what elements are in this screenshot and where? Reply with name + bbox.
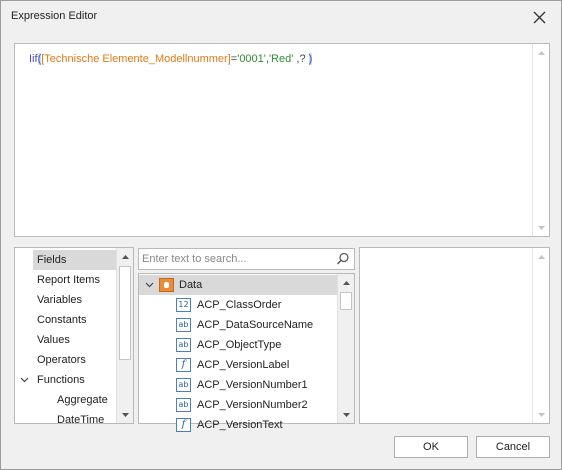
chevron-down-icon[interactable] (144, 275, 154, 295)
data-source-icon (159, 278, 174, 292)
category-list: Fields Report Items Variables Constants Valu… (14, 247, 134, 426)
calculated-field-icon: f (176, 418, 191, 432)
category-item[interactable]: Functions (33, 370, 117, 390)
scrollbar-thumb[interactable] (119, 266, 131, 360)
field-item-label: ACP_ObjectType (197, 339, 282, 351)
description-panel (359, 247, 550, 424)
scrollbar-thumb[interactable] (340, 292, 352, 310)
expression-editor-window: Expression Editor Iif([Technische Elemen… (0, 0, 562, 470)
ok-button[interactable]: OK (394, 436, 468, 458)
field-scrollbar[interactable] (337, 274, 354, 423)
field-item-label: ACP_VersionNumber1 (197, 379, 308, 391)
scroll-up-arrow-icon[interactable] (533, 44, 549, 60)
string-type-icon: ab (176, 378, 191, 392)
field-item-label: ACP_VersionNumber2 (197, 399, 308, 411)
calculated-field-icon: f (176, 358, 191, 372)
field-item-label: ACP_ClassOrder (197, 299, 282, 311)
category-item[interactable]: Values (33, 330, 117, 350)
expression-token: '0001' (237, 53, 266, 65)
expression-token: [Technische Elemente_Modellnummer] (41, 53, 231, 65)
tree-root-label: Data (179, 279, 203, 291)
search-input[interactable] (142, 251, 332, 267)
search-icon[interactable] (336, 252, 350, 266)
field-item[interactable]: ab ACP_ObjectType (139, 335, 338, 355)
scroll-up-arrow-icon[interactable] (338, 274, 354, 290)
field-item-label: ACP_DataSourceName (197, 319, 314, 331)
close-icon (533, 11, 545, 23)
field-item[interactable]: ab ACP_VersionNumber2 (139, 395, 338, 415)
category-item[interactable]: Fields (33, 250, 117, 270)
field-item[interactable]: ab ACP_VersionNumber1 (139, 375, 338, 395)
category-scrollbar[interactable] (116, 248, 133, 423)
string-type-icon: ab (176, 338, 191, 352)
scroll-down-arrow-icon[interactable] (533, 220, 549, 236)
field-tree: Data 12 ACP_ClassOrderab ACP_DataSourceNam… (138, 273, 355, 432)
category-item[interactable]: Operators (33, 350, 117, 370)
scroll-down-arrow-icon[interactable] (117, 407, 133, 423)
category-item[interactable]: Report Items (33, 270, 117, 290)
category-item[interactable]: DateTime (53, 410, 117, 430)
cancel-button[interactable]: Cancel (476, 436, 550, 458)
description-scrollbar[interactable] (532, 248, 549, 423)
expression-text[interactable]: Iif([Technische Elemente_Modellnummer]='… (29, 53, 313, 65)
title-bar: Expression Editor (1, 1, 561, 33)
scroll-up-arrow-icon[interactable] (533, 248, 549, 264)
tree-root-data[interactable]: Data (139, 275, 338, 295)
chevron-down-icon[interactable] (19, 370, 29, 390)
expression-token: ) (308, 53, 313, 65)
expression-token: Iif (29, 53, 38, 65)
field-item[interactable]: f ACP_VersionLabel (139, 355, 338, 375)
string-type-icon: ab (176, 318, 191, 332)
field-item[interactable]: ab ACP_DataSourceName (139, 315, 338, 335)
close-button[interactable] (517, 1, 561, 33)
field-item-label: ACP_VersionText (197, 419, 283, 431)
field-item[interactable]: 12 ACP_ClassOrder (139, 295, 338, 315)
number-type-icon: 12 (176, 298, 191, 312)
editor-scrollbar[interactable] (532, 44, 549, 236)
scroll-up-arrow-icon[interactable] (117, 248, 133, 264)
category-item[interactable]: Aggregate (53, 390, 117, 410)
search-field[interactable] (138, 248, 355, 270)
field-item[interactable]: f ACP_VersionText (139, 415, 338, 435)
window-title: Expression Editor (11, 10, 98, 22)
field-item-label: ACP_VersionLabel (197, 359, 290, 371)
expression-token: ,? (293, 53, 309, 65)
scroll-down-arrow-icon[interactable] (533, 407, 549, 423)
expression-text-area[interactable]: Iif([Technische Elemente_Modellnummer]='… (14, 43, 550, 237)
string-type-icon: ab (176, 398, 191, 412)
category-item[interactable]: Constants (33, 310, 117, 330)
scroll-down-arrow-icon[interactable] (338, 407, 354, 423)
category-item[interactable]: Variables (33, 290, 117, 310)
expression-token: 'Red' (268, 53, 294, 65)
